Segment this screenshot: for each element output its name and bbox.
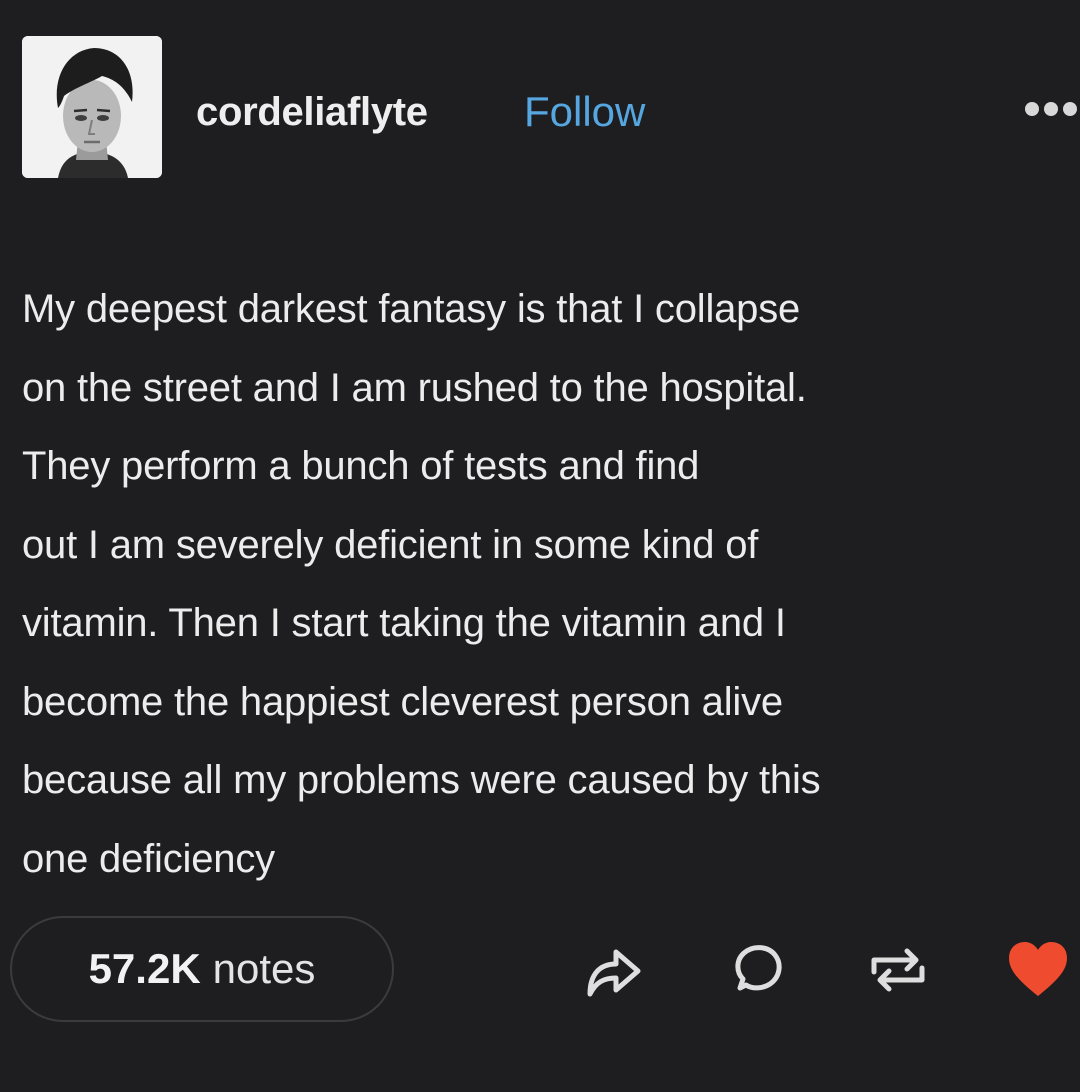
like-button[interactable] [1006, 938, 1070, 1002]
more-horizontal-icon [1025, 102, 1077, 116]
reply-icon [735, 945, 782, 991]
follow-button[interactable]: Follow [524, 86, 645, 138]
heart-icon [1009, 942, 1067, 996]
post-header: cordeliaflyte Follow [0, 0, 1080, 220]
post-body-line: because all my problems were caused by t… [22, 758, 821, 802]
post-body-line: My deepest darkest fantasy is that I col… [22, 287, 801, 331]
share-icon [587, 949, 641, 997]
post-body-line: out I am severely deficient in some kind… [22, 522, 759, 567]
reply-button[interactable] [724, 938, 788, 1002]
notes-button[interactable]: 57.2K notes [10, 916, 394, 1022]
post-body-line: vitamin. Then I start taking the vitamin… [22, 601, 786, 645]
post-body-line: one deficiency [22, 836, 275, 881]
post-body-line: They perform a bunch of tests and find [22, 444, 700, 488]
notes-label: notes [212, 945, 316, 992]
post-body: My deepest darkest fantasy is that I col… [22, 270, 1072, 898]
avatar[interactable] [22, 36, 162, 178]
share-button[interactable] [580, 938, 644, 1002]
more-options-button[interactable] [1022, 92, 1080, 126]
reblog-icon [871, 948, 925, 992]
avatar-photo [22, 36, 162, 178]
post-body-line: become the happiest cleverest person ali… [22, 679, 783, 724]
username[interactable]: cordeliaflyte [196, 86, 428, 138]
notes-count: 57.2K [88, 945, 201, 992]
reblog-button[interactable] [866, 938, 930, 1002]
post-body-line: on the street and I am rushed to the hos… [22, 365, 807, 410]
